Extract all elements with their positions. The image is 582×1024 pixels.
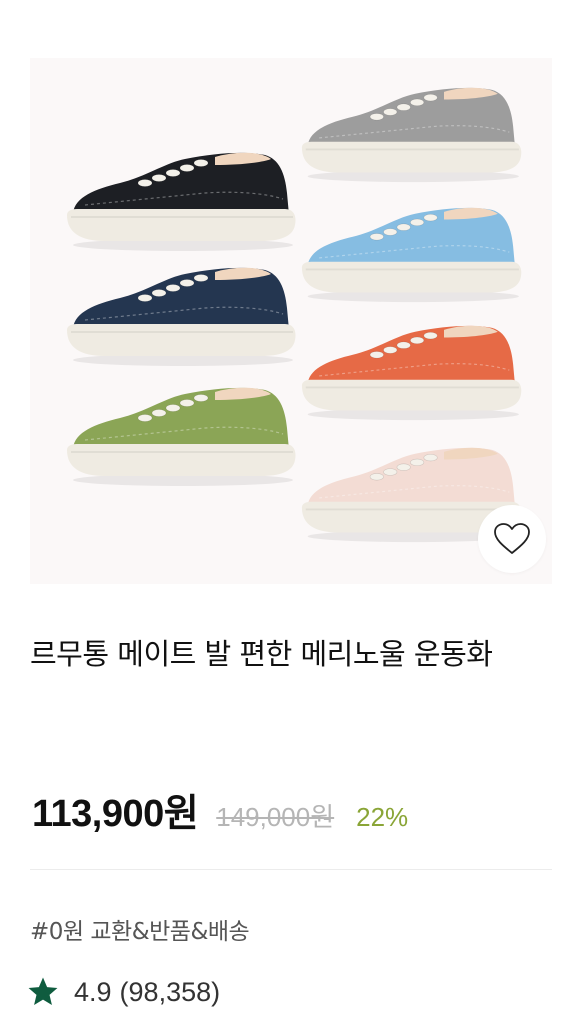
sneaker-1 xyxy=(67,152,296,251)
sneaker-6 xyxy=(301,325,522,421)
sneaker-4 xyxy=(301,87,522,183)
review-count: (98,358) xyxy=(119,976,221,1007)
shoes-illustration xyxy=(67,87,522,543)
sneaker-2 xyxy=(67,267,296,366)
product-title: 르무통 메이트 발 편한 메리노울 운동화 xyxy=(30,637,493,671)
divider xyxy=(30,869,552,870)
wishlist-button[interactable] xyxy=(478,505,546,573)
sneaker-3 xyxy=(67,387,296,486)
original-price: 149,000원 xyxy=(216,802,335,832)
sale-price: 113,900원 xyxy=(32,793,199,835)
heart-icon xyxy=(494,523,530,554)
price-row: 113,900원 149,000원 22% xyxy=(32,782,408,838)
rating-row[interactable]: 4.9 (98,358) xyxy=(26,972,220,1012)
star-icon xyxy=(26,975,60,1009)
shipping-info[interactable]: #0원 교환&반품&배송 xyxy=(30,912,250,946)
sneaker-5 xyxy=(301,207,522,303)
discount-rate: 22% xyxy=(356,802,409,832)
rating-score: 4.9 xyxy=(74,976,112,1007)
product-image[interactable] xyxy=(30,58,552,584)
